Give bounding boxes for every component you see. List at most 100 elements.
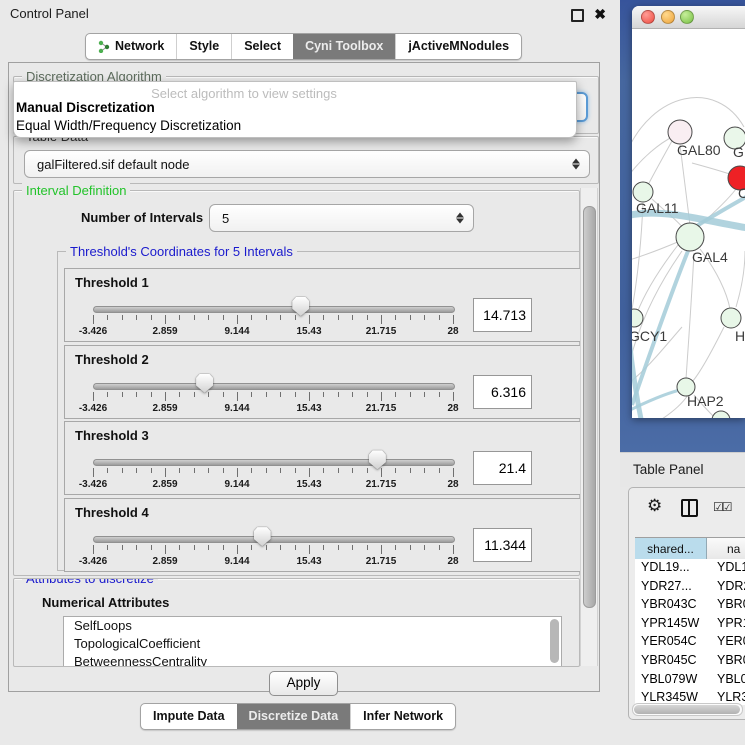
network-edge[interactable]: [632, 136, 674, 179]
tick-label: 2.859: [152, 556, 177, 567]
combo-value: 5: [222, 205, 229, 231]
threshold-value-field[interactable]: [473, 451, 532, 485]
threshold-slider-track[interactable]: [93, 459, 455, 466]
threshold-value-field[interactable]: [473, 298, 532, 332]
tab-select[interactable]: Select: [231, 34, 293, 59]
tick-label: -3.426: [79, 556, 107, 567]
tab-network[interactable]: Network: [86, 34, 176, 59]
cyni-mode-tabs: Impute DataDiscretize DataInfer Network: [140, 703, 456, 730]
table-body: YDL19...YDL1YDR27...YDR2YBR043C YBR0 YPR14…: [635, 559, 745, 705]
attribute-item[interactable]: BetweennessCentrality: [64, 653, 561, 667]
window-close-icon[interactable]: [641, 10, 655, 24]
threshold-slider-thumb[interactable]: [369, 450, 386, 469]
number-of-intervals-combo[interactable]: 5: [209, 204, 474, 232]
network-view-window[interactable]: GAL80GCGAL11GAL4GCY1HHAP2: [632, 6, 745, 418]
network-edge[interactable]: [686, 253, 694, 379]
attribute-item[interactable]: SelfLoops: [64, 617, 561, 635]
threshold-slider-track[interactable]: [93, 383, 455, 390]
tab-cyni-toolbox[interactable]: Cyni Toolbox: [293, 34, 395, 59]
tab-style[interactable]: Style: [176, 34, 231, 59]
tick-label: 9.144: [224, 403, 249, 414]
table-row[interactable]: YDL19...YDL1: [635, 559, 745, 578]
combo-arrows-icon: [572, 159, 580, 170]
table-data-combo[interactable]: galFiltered.sif default node: [24, 150, 590, 178]
threshold-slider-track[interactable]: [93, 536, 455, 543]
network-node-gal11[interactable]: [633, 182, 653, 202]
close-panel-icon[interactable]: ✖: [594, 0, 606, 28]
threshold-slider-thumb[interactable]: [292, 297, 309, 316]
network-node-gal4[interactable]: [676, 223, 704, 251]
node-label: C: [738, 185, 745, 201]
columns-icon[interactable]: [681, 499, 698, 517]
float-panel-icon[interactable]: [571, 9, 584, 22]
popup-item-manual-discretization[interactable]: Manual Discretization: [16, 100, 155, 115]
tick-label: 28: [447, 326, 458, 337]
column-header-shared-name[interactable]: shared...: [635, 538, 707, 559]
tab-discretize-data[interactable]: Discretize Data: [237, 704, 351, 729]
cell-name: YBR0: [717, 597, 745, 611]
column-header-name[interactable]: na: [707, 538, 745, 559]
network-canvas[interactable]: GAL80GCGAL11GAL4GCY1HHAP2: [632, 29, 745, 418]
network-edge[interactable]: [736, 251, 745, 307]
tick-label: 9.144: [224, 479, 249, 490]
scrollbar-thumb[interactable]: [583, 206, 596, 608]
scrollbar-thumb[interactable]: [634, 705, 740, 714]
tick-label: 21.715: [366, 326, 397, 337]
tab-label: Cyni Toolbox: [305, 35, 383, 58]
node-label: GAL80: [677, 142, 721, 158]
network-icon: [98, 40, 110, 53]
cell-shared-name: YDL19...: [641, 560, 690, 574]
numerical-attributes-list[interactable]: SelfLoopsTopologicalCoefficientBetweenne…: [63, 616, 562, 667]
table-row[interactable]: YBR043C YBR0: [635, 596, 745, 615]
apply-button[interactable]: Apply: [269, 671, 338, 696]
threshold-slider-track[interactable]: [93, 306, 455, 313]
tick-label: 2.859: [152, 403, 177, 414]
table-toolbar: ⚙ ☑☑: [629, 488, 745, 532]
number-of-intervals-label: Number of Intervals: [81, 210, 203, 225]
node-label: G: [733, 144, 744, 160]
table-row[interactable]: YPR145WYPR1: [635, 615, 745, 634]
tab-jactivemnodules[interactable]: jActiveMNodules: [395, 34, 521, 59]
cell-shared-name: YDR27...: [641, 579, 692, 593]
threshold-panel: Threshold 3 -3.4262.8599.14415.4321.7152…: [64, 421, 583, 495]
tick-label: -3.426: [79, 479, 107, 490]
table-row[interactable]: YBR045CYBR0: [635, 652, 745, 671]
network-window-titlebar[interactable]: [632, 6, 745, 29]
network-node-gal80[interactable]: [668, 120, 692, 144]
threshold-slider-thumb[interactable]: [196, 374, 213, 393]
threshold-value-field[interactable]: [473, 375, 532, 409]
tab-infer-network[interactable]: Infer Network: [350, 704, 455, 729]
network-node-h[interactable]: [721, 308, 741, 328]
table-row[interactable]: YDR27...YDR2: [635, 578, 745, 597]
tab-label: Network: [115, 35, 164, 58]
tab-impute-data[interactable]: Impute Data: [141, 704, 237, 729]
popup-item-equal-width-frequency[interactable]: Equal Width/Frequency Discretization: [16, 118, 241, 133]
window-zoom-icon[interactable]: [680, 10, 694, 24]
window-minimize-icon[interactable]: [661, 10, 675, 24]
group-title: Interval Definition: [22, 183, 130, 198]
network-edge[interactable]: [692, 327, 724, 382]
cytoscape-desktop: GAL80GCGAL11GAL4GCY1HHAP2 Table Panel ⚙ …: [620, 0, 745, 745]
attributes-list-scrollbar[interactable]: [550, 619, 559, 663]
combo-arrows-icon: [456, 213, 464, 224]
slider-ticks: [93, 468, 453, 478]
node-label: HAP2: [687, 393, 724, 409]
table-row[interactable]: YER054CYER0: [635, 633, 745, 652]
attribute-item[interactable]: TopologicalCoefficient: [64, 635, 561, 653]
network-node[interactable]: [712, 411, 730, 418]
cell-shared-name: YER054C: [641, 634, 697, 648]
settings-vertical-scrollbar[interactable]: [580, 188, 598, 666]
tick-label: 21.715: [366, 479, 397, 490]
cell-shared-name: YBR045C: [641, 653, 697, 667]
threshold-value-field[interactable]: [473, 528, 532, 562]
cell-shared-name: YBR043C: [641, 597, 697, 611]
network-edge[interactable]: [647, 141, 672, 187]
slider-tick-labels: -3.4262.8599.14415.4321.71528: [93, 403, 453, 415]
table-row[interactable]: YBL079WYBL0: [635, 671, 745, 690]
select-columns-icon[interactable]: ☑☑: [713, 500, 731, 514]
tick-label: 28: [447, 479, 458, 490]
table-horizontal-scrollbar[interactable]: [632, 703, 743, 716]
gear-icon[interactable]: ⚙: [647, 496, 662, 516]
network-edge[interactable]: [662, 395, 688, 418]
threshold-slider-thumb[interactable]: [254, 527, 271, 546]
